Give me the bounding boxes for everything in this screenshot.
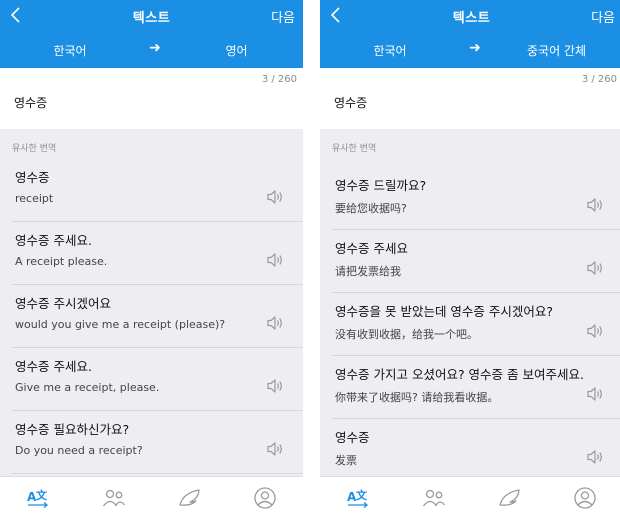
tab-community[interactable]	[421, 486, 447, 510]
tab-translate[interactable]: A 文	[25, 486, 51, 510]
korean-phrase: 영수증	[15, 170, 50, 185]
korean-phrase: 영수증 주세요.	[15, 233, 92, 248]
arrow-right-icon: ➜	[469, 40, 481, 56]
speaker-icon	[267, 190, 282, 204]
korean-phrase: 영수증 주시겠어요	[15, 296, 111, 311]
speaker-button[interactable]	[585, 322, 605, 340]
next-button[interactable]: 다음	[591, 7, 615, 26]
korean-phrase: 영수증 주세요.	[15, 359, 92, 374]
next-button[interactable]: 다음	[271, 7, 295, 26]
speaker-icon	[587, 324, 602, 338]
character-count: 3 / 260	[581, 74, 617, 85]
list-item[interactable]: 영수증 주세요. A receipt please.	[0, 222, 303, 285]
speaker-button[interactable]	[585, 385, 605, 403]
svg-text:文: 文	[36, 488, 48, 502]
arrow-right-icon: ➜	[149, 40, 161, 56]
speaker-icon	[267, 253, 282, 267]
speaker-button[interactable]	[265, 251, 285, 269]
similar-translations-list: 유사한 번역 영수증 receipt 영수증 주세요. A receipt pl…	[0, 129, 303, 476]
speaker-icon	[267, 442, 282, 456]
input-area[interactable]: 3 / 260 영수증	[0, 68, 303, 129]
list-item[interactable]: 영수증 주시겠어요 would you give me a receipt (p…	[0, 285, 303, 348]
wing-icon	[499, 489, 520, 506]
speaker-icon	[587, 450, 602, 464]
input-area[interactable]: 3 / 260 영수증	[320, 68, 620, 129]
speaker-icon	[587, 261, 602, 275]
svg-text:文: 文	[356, 488, 368, 502]
list-item[interactable]: 영수증 发票	[320, 419, 620, 476]
tab-profile[interactable]	[252, 486, 278, 510]
translation-text: 你带来了收据吗? 请给我看收据。	[335, 391, 499, 404]
divider	[12, 473, 303, 474]
translation-text: Do you need a receipt?	[15, 444, 143, 457]
speaker-icon	[267, 316, 282, 330]
speaker-button[interactable]	[585, 196, 605, 214]
people-icon	[422, 489, 446, 507]
section-label: 유사한 번역	[332, 144, 377, 154]
target-language-button[interactable]: 영어	[170, 42, 303, 59]
bottom-tab-bar: A 文	[0, 476, 303, 519]
language-bar: 한국어 ➜ 중국어 간체	[320, 31, 620, 68]
translation-text: 发票	[335, 454, 357, 467]
source-language-button[interactable]: 한국어	[320, 42, 460, 59]
translation-text: 要给您收据吗?	[335, 202, 407, 215]
speaker-button[interactable]	[585, 448, 605, 466]
korean-phrase: 영수증 주세요	[335, 241, 408, 256]
tab-community[interactable]	[101, 486, 127, 510]
speaker-icon	[587, 387, 602, 401]
list-item[interactable]: 영수증 receipt	[0, 159, 303, 222]
speaker-icon	[587, 198, 602, 212]
tab-wing[interactable]	[177, 486, 203, 510]
translation-text: A receipt please.	[15, 255, 108, 268]
translation-text: would you give me a receipt (please)?	[15, 318, 226, 331]
korean-phrase: 영수증 가지고 오셨어요? 영수증 좀 보여주세요.	[335, 367, 584, 382]
translate-icon: A 文	[27, 488, 49, 508]
screen-separator	[303, 0, 320, 519]
translation-text: receipt	[15, 192, 54, 205]
list-item[interactable]: 영수증 필요하신가요? Do you need a receipt?	[0, 411, 303, 474]
list-item[interactable]: 영수증 가지고 오셨어요? 영수증 좀 보여주세요. 你带来了收据吗? 请给我看…	[320, 356, 620, 419]
header-bar: 텍스트 다음	[0, 0, 303, 31]
profile-icon	[254, 487, 276, 509]
screen-korean-english: 텍스트 다음 한국어 ➜ 영어 3 / 260 영수증 유사한 번역 영수증 r…	[0, 0, 303, 519]
screen-korean-chinese: 텍스트 다음 한국어 ➜ 중국어 간체 3 / 260 영수증 유사한 번역 영…	[320, 0, 620, 519]
list-item[interactable]: 영수증 드릴까요? 要给您收据吗?	[320, 167, 620, 230]
translation-text: Give me a receipt, please.	[15, 381, 160, 394]
input-text[interactable]: 영수증	[334, 94, 367, 111]
korean-phrase: 영수증 드릴까요?	[335, 178, 427, 193]
korean-phrase: 영수증을 못 받았는데 영수증 주시겠어요?	[335, 304, 554, 319]
korean-phrase: 영수증	[335, 430, 370, 445]
tab-translate[interactable]: A 文	[345, 486, 371, 510]
speaker-button[interactable]	[265, 188, 285, 206]
translation-text: 没有收到收据，给我一个吧。	[335, 328, 478, 341]
source-language-button[interactable]: 한국어	[0, 42, 140, 59]
page-title: 텍스트	[452, 11, 491, 26]
speaker-icon	[267, 379, 282, 393]
wing-icon	[179, 489, 200, 506]
target-language-button[interactable]: 중국어 간체	[490, 42, 620, 59]
translate-icon: A 文	[347, 488, 369, 508]
language-bar: 한국어 ➜ 영어	[0, 31, 303, 68]
profile-icon	[574, 487, 596, 509]
list-item[interactable]: 영수증 주세요. Give me a receipt, please.	[0, 348, 303, 411]
tab-profile[interactable]	[572, 486, 598, 510]
speaker-button[interactable]	[265, 314, 285, 332]
list-item[interactable]: 영수증 주세요 请把发票给我	[320, 230, 620, 293]
korean-phrase: 영수증 필요하신가요?	[15, 422, 130, 437]
tab-wing[interactable]	[497, 486, 523, 510]
bottom-tab-bar: A 文	[320, 476, 620, 519]
people-icon	[102, 489, 126, 507]
translation-text: 请把发票给我	[335, 265, 401, 278]
speaker-button[interactable]	[585, 259, 605, 277]
speaker-button[interactable]	[265, 440, 285, 458]
character-count: 3 / 260	[261, 74, 297, 85]
list-item[interactable]: 영수증을 못 받았는데 영수증 주시겠어요? 没有收到收据，给我一个吧。	[320, 293, 620, 356]
header-bar: 텍스트 다음	[320, 0, 620, 31]
input-text[interactable]: 영수증	[14, 94, 47, 111]
page-title: 텍스트	[132, 11, 171, 26]
section-label: 유사한 번역	[12, 144, 57, 154]
speaker-button[interactable]	[265, 377, 285, 395]
similar-translations-list: 유사한 번역 영수증 드릴까요? 要给您收据吗? 영수증 주세요 请把发票给我 …	[320, 129, 620, 476]
